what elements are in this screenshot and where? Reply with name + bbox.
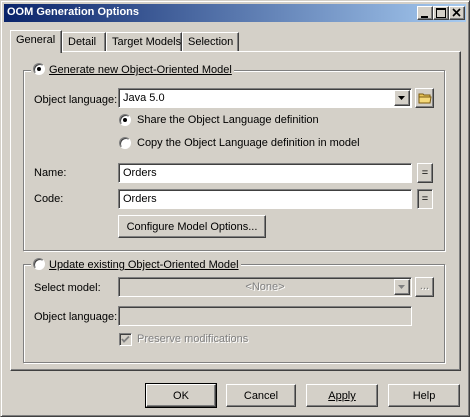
- preserve-modifications-label[interactable]: Preserve modifications: [137, 333, 248, 345]
- tab-general[interactable]: General: [10, 30, 62, 53]
- update-existing-label[interactable]: Update existing Object-Oriented Model: [49, 259, 239, 271]
- tab-selection[interactable]: Selection: [182, 32, 239, 52]
- maximize-icon: [436, 8, 446, 18]
- cancel-button[interactable]: Cancel: [226, 384, 296, 407]
- apply-button[interactable]: Apply: [306, 384, 378, 407]
- copy-language-radio[interactable]: [119, 137, 131, 149]
- folder-icon: [418, 93, 432, 104]
- help-label: Help: [412, 390, 436, 402]
- dialog-window: OOM Generation Options General Detail Ta…: [0, 0, 470, 417]
- ok-button[interactable]: OK: [145, 383, 217, 408]
- object-language-label: Object language:: [34, 94, 118, 106]
- minimize-icon: [421, 16, 428, 18]
- apply-label: Apply: [328, 390, 356, 402]
- checkmark-icon: [121, 335, 130, 343]
- code-label: Code:: [34, 193, 64, 205]
- tab-detail-label: Detail: [68, 36, 97, 48]
- chevron-down-icon: [398, 285, 405, 289]
- window-title: OOM Generation Options: [7, 6, 140, 18]
- update-legend: Update existing Object-Oriented Model: [31, 258, 241, 271]
- tab-selection-label: Selection: [188, 36, 234, 48]
- select-model-label: Select model:: [34, 282, 101, 294]
- object-language-dropdown-button[interactable]: [394, 90, 410, 106]
- name-label: Name:: [34, 167, 67, 179]
- maximize-button[interactable]: [433, 6, 449, 20]
- update-object-language-field[interactable]: [118, 306, 412, 326]
- share-language-radio[interactable]: [119, 114, 131, 126]
- code-input[interactable]: Orders: [118, 189, 412, 209]
- generate-new-radio[interactable]: [33, 63, 45, 75]
- share-language-label[interactable]: Share the Object Language definition: [137, 114, 319, 126]
- cancel-label: Cancel: [243, 390, 279, 402]
- update-object-language-label: Object language:: [34, 311, 118, 323]
- chevron-down-icon: [398, 96, 405, 100]
- minimize-button[interactable]: [417, 6, 433, 20]
- select-model-value: <None>: [245, 281, 285, 293]
- object-language-select[interactable]: Java 5.0: [118, 88, 412, 108]
- select-model-dropdown-button[interactable]: [394, 279, 410, 295]
- name-input[interactable]: Orders: [118, 163, 412, 183]
- name-value: Orders: [123, 167, 157, 179]
- generate-new-label[interactable]: Generate new Object-Oriented Model: [49, 64, 232, 76]
- select-model-select[interactable]: <None>: [118, 277, 412, 297]
- object-language-value: Java 5.0: [123, 92, 165, 104]
- configure-model-options-label: Configure Model Options...: [126, 221, 258, 233]
- preserve-modifications-checkbox[interactable]: [119, 333, 132, 346]
- browse-model-label: ...: [419, 280, 430, 292]
- tab-target-models-label: Target Models: [112, 36, 182, 48]
- close-icon: [452, 8, 461, 17]
- help-button[interactable]: Help: [388, 384, 460, 407]
- close-button[interactable]: [449, 6, 465, 20]
- update-existing-radio[interactable]: [33, 258, 45, 270]
- tab-target-models[interactable]: Target Models: [106, 32, 182, 52]
- browse-model-button[interactable]: ...: [415, 277, 434, 297]
- name-equals-label: =: [421, 167, 429, 179]
- tab-detail[interactable]: Detail: [62, 32, 106, 52]
- generate-legend: Generate new Object-Oriented Model: [31, 63, 234, 76]
- browse-language-button[interactable]: [415, 88, 434, 108]
- configure-model-options-button[interactable]: Configure Model Options...: [118, 215, 266, 238]
- code-equals-toggle[interactable]: =: [417, 189, 433, 209]
- code-value: Orders: [123, 193, 157, 205]
- tab-general-label: General: [16, 34, 56, 46]
- title-bar[interactable]: OOM Generation Options: [4, 4, 466, 22]
- name-equals-button[interactable]: =: [417, 163, 433, 183]
- ok-label: OK: [173, 390, 189, 402]
- code-equals-label: =: [421, 193, 429, 205]
- copy-language-label[interactable]: Copy the Object Language definition in m…: [137, 137, 360, 149]
